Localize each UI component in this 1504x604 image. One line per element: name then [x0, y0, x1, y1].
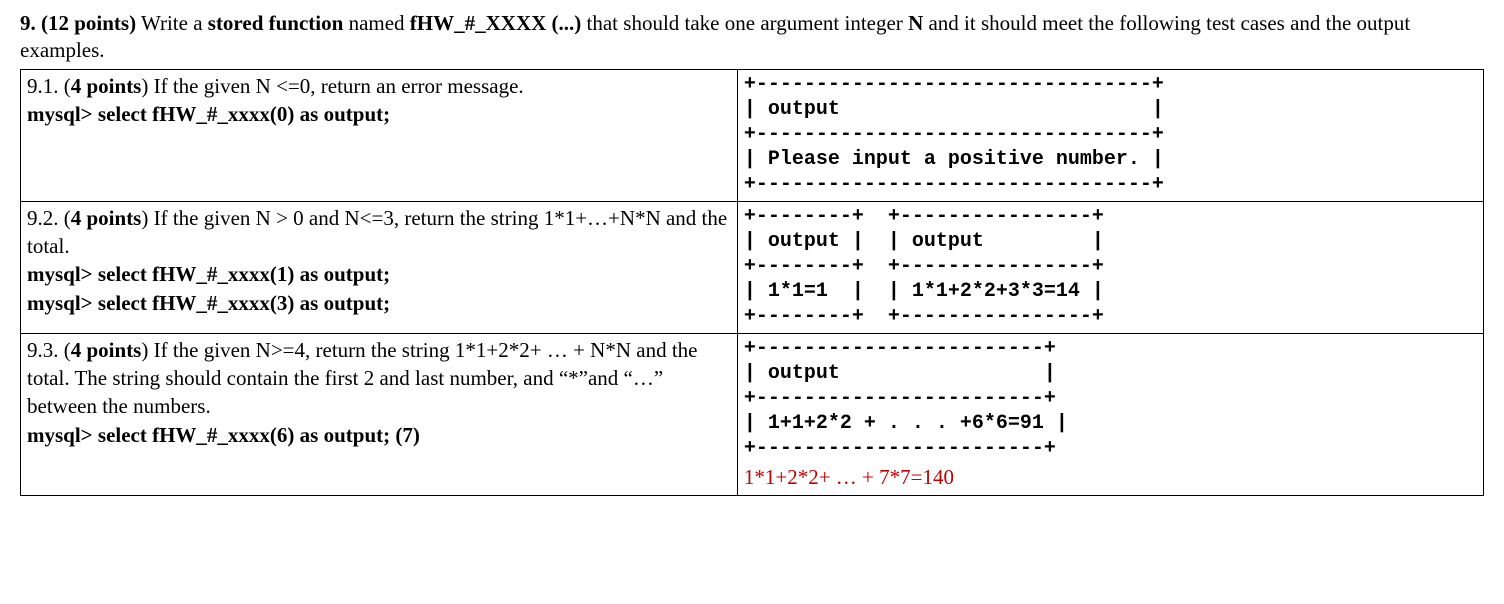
- problem-table: 9.1. (4 points) If the given N <=0, retu…: [20, 69, 1484, 496]
- row2-prefix: 9.2. (: [27, 206, 71, 230]
- row2-right: +--------+ +----------------+ | output |…: [737, 201, 1483, 333]
- row2-points: 4 points: [71, 206, 142, 230]
- row3-mysql: mysql> select fHW_#_xxxx(6) as output; (…: [27, 423, 420, 447]
- row1-prefix: 9.1. (: [27, 74, 71, 98]
- row3-extra-output: 1*1+2*2+ … + 7*7=140: [744, 461, 1477, 491]
- table-row: 9.2. (4 points) If the given N > 0 and N…: [21, 201, 1484, 333]
- row1-desc: ) If the given N <=0, return an error me…: [141, 74, 523, 98]
- row2-terminal: +--------+ +----------------+ | output |…: [744, 204, 1477, 329]
- row2-left: 9.2. (4 points) If the given N > 0 and N…: [21, 201, 738, 333]
- row3-left: 9.3. (4 points) If the given N>=4, retur…: [21, 333, 738, 495]
- row1-points: 4 points: [71, 74, 142, 98]
- table-row: 9.3. (4 points) If the given N>=4, retur…: [21, 333, 1484, 495]
- intro-mid2: that should take one argument integer: [581, 11, 908, 35]
- table-row: 9.1. (4 points) If the given N <=0, retu…: [21, 69, 1484, 201]
- question-intro: 9. (12 points) Write a stored function n…: [20, 10, 1484, 65]
- row3-terminal: +------------------------+ | output | +-…: [744, 336, 1477, 461]
- row1-right: +---------------------------------+ | ou…: [737, 69, 1483, 201]
- stored-function-label: stored function: [208, 11, 344, 35]
- function-name: fHW_#_XXXX (...): [410, 11, 581, 35]
- row3-prefix: 9.3. (: [27, 338, 71, 362]
- row1-terminal: +---------------------------------+ | ou…: [744, 72, 1477, 197]
- row1-left: 9.1. (4 points) If the given N <=0, retu…: [21, 69, 738, 201]
- q-number: 9. (12 points): [20, 11, 136, 35]
- row1-mysql: mysql> select fHW_#_xxxx(0) as output;: [27, 102, 390, 126]
- arg-n: N: [908, 11, 923, 35]
- row2-mysql2: mysql> select fHW_#_xxxx(3) as output;: [27, 291, 390, 315]
- row3-right: +------------------------+ | output | +-…: [737, 333, 1483, 495]
- intro-pre: Write a: [136, 11, 208, 35]
- row3-points: 4 points: [71, 338, 142, 362]
- row2-mysql1: mysql> select fHW_#_xxxx(1) as output;: [27, 262, 390, 286]
- intro-mid1: named: [343, 11, 409, 35]
